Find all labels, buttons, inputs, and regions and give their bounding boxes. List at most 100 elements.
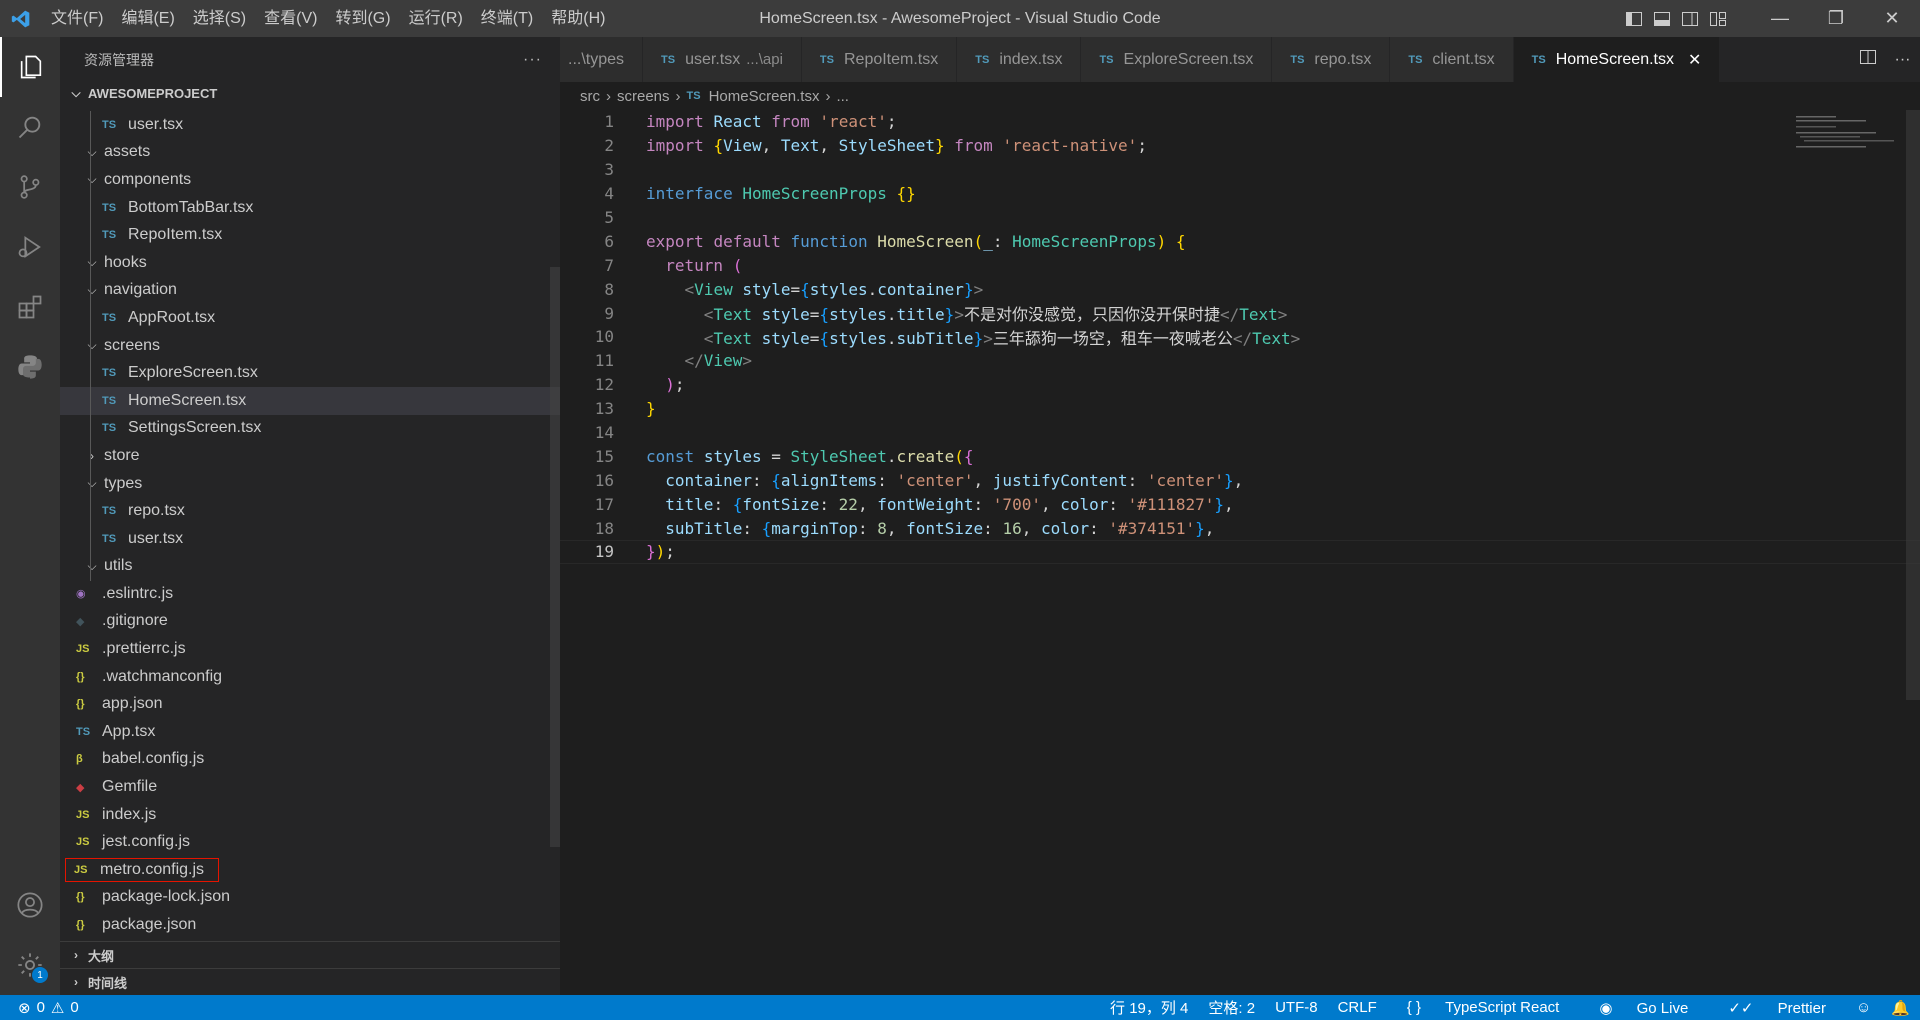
folder-item[interactable]: ⌵ hooks [60, 249, 560, 277]
file-item[interactable]: JS index.js [60, 801, 560, 829]
python-icon[interactable] [0, 337, 60, 397]
folder-item[interactable]: ⌵ screens [60, 332, 560, 360]
folder-item[interactable]: ⌵ navigation [60, 277, 560, 305]
minimap[interactable] [1786, 110, 1906, 150]
file-item[interactable]: β babel.config.js [60, 746, 560, 774]
problems-status[interactable]: ⊗ 0 ⚠ 0 [0, 999, 79, 1017]
file-item[interactable]: TS BottomTabBar.tsx [60, 194, 560, 222]
code-line[interactable]: 19}); [560, 540, 1920, 564]
code-editor[interactable]: 1 import React from 'react'; 2 import {View… [560, 110, 1920, 995]
folder-item[interactable]: › store [60, 442, 560, 470]
section-0[interactable]: › 大纲 [60, 941, 560, 968]
file-item[interactable]: JS metro.config.js [60, 856, 560, 884]
code-line[interactable]: 17 title: {fontSize: 22, fontWeight: '70… [560, 492, 1920, 516]
tab-1[interactable]: TS user.tsx ...\api [643, 37, 802, 82]
file-item[interactable]: ◆ Gemfile [60, 773, 560, 801]
folder-item[interactable]: ⌵ assets [60, 139, 560, 167]
feedback-icon[interactable]: ☺ [1846, 999, 1881, 1016]
notifications-bell-icon[interactable]: 🔔 [1881, 999, 1920, 1017]
language-mode[interactable]: { } TypeScript React [1387, 999, 1580, 1016]
folder-item[interactable]: ⌵ utils [60, 553, 560, 581]
toggle-primary-sidebar-icon[interactable] [1620, 0, 1648, 37]
minimize-button[interactable]: — [1752, 0, 1808, 37]
go-live-button[interactable]: ◉ Go Live [1579, 999, 1708, 1017]
menu-item-3[interactable]: 查看(V) [255, 0, 326, 37]
account-icon[interactable] [0, 875, 60, 935]
file-item[interactable]: {} app.json [60, 690, 560, 718]
file-item[interactable]: TS user.tsx [60, 525, 560, 553]
tab-0[interactable]: ...\types [560, 37, 644, 82]
file-item[interactable]: TS RepoItem.tsx [60, 221, 560, 249]
more-actions-icon[interactable]: ··· [1895, 51, 1911, 69]
menu-item-0[interactable]: 文件(F) [42, 0, 112, 37]
file-item[interactable]: TS user.tsx [60, 111, 560, 139]
menu-item-5[interactable]: 运行(R) [400, 0, 472, 37]
tab-7[interactable]: TS HomeScreen.tsx ✕ [1513, 37, 1721, 82]
indentation[interactable]: 空格: 2 [1198, 997, 1265, 1018]
code-line[interactable]: 10 <Text style={styles.subTitle}>三年舔狗一场空… [560, 325, 1920, 349]
file-item[interactable]: TS SettingsScreen.tsx [60, 415, 560, 443]
search-icon[interactable] [0, 97, 60, 157]
breadcrumb-item[interactable]: src [580, 88, 600, 105]
menu-item-7[interactable]: 帮助(H) [542, 0, 614, 37]
code-line[interactable]: 18 subTitle: {marginTop: 8, fontSize: 16… [560, 516, 1920, 540]
file-item[interactable]: JS .prettierrc.js [60, 635, 560, 663]
code-line[interactable]: 12 ); [560, 373, 1920, 397]
extensions-icon[interactable] [0, 277, 60, 337]
code-line[interactable]: 7 return ( [560, 253, 1920, 277]
breadcrumb-item[interactable]: HomeScreen.tsx [709, 88, 820, 105]
menu-item-6[interactable]: 终端(T) [472, 0, 542, 37]
menu-item-2[interactable]: 选择(S) [184, 0, 255, 37]
code-line[interactable]: 2 import {View, Text, StyleSheet} from 'r… [560, 134, 1920, 158]
code-line[interactable]: 8 <View style={styles.container}> [560, 277, 1920, 301]
file-item[interactable]: {} package-lock.json [60, 884, 560, 912]
file-item[interactable]: JS jest.config.js [60, 828, 560, 856]
file-item[interactable]: TS AppRoot.tsx [60, 304, 560, 332]
code-line[interactable]: 4 interface HomeScreenProps {} [560, 182, 1920, 206]
menu-item-1[interactable]: 编辑(E) [112, 0, 183, 37]
toggle-secondary-sidebar-icon[interactable] [1676, 0, 1704, 37]
explorer-more-actions-button[interactable]: ··· [523, 51, 542, 69]
file-item[interactable]: ◆ .gitignore [60, 608, 560, 636]
encoding[interactable]: UTF-8 [1265, 999, 1328, 1016]
close-window-button[interactable]: ✕ [1864, 0, 1920, 37]
explorer-scrollbar[interactable] [550, 267, 560, 847]
tab-6[interactable]: TS client.tsx [1390, 37, 1514, 82]
code-line[interactable]: 11 </View> [560, 349, 1920, 373]
tab-4[interactable]: TS ExploreScreen.tsx [1081, 37, 1273, 82]
code-line[interactable]: 1 import React from 'react'; [560, 110, 1920, 134]
code-line[interactable]: 15 const styles = StyleSheet.create({ [560, 444, 1920, 468]
section-1[interactable]: › 时间线 [60, 968, 560, 995]
restore-button[interactable]: ❐ [1808, 0, 1864, 37]
code-line[interactable]: 5 [560, 206, 1920, 230]
file-item[interactable]: {} .watchmanconfig [60, 663, 560, 691]
split-editor-icon[interactable] [1859, 50, 1876, 69]
tab-5[interactable]: TS repo.tsx [1272, 37, 1391, 82]
code-line[interactable]: 14 [560, 421, 1920, 445]
explorer-icon[interactable] [0, 37, 60, 97]
file-item[interactable]: TS App.tsx [60, 718, 560, 746]
code-line[interactable]: 9 <Text style={styles.title}>不是对你没感觉，只因你… [560, 301, 1920, 325]
prettier-status[interactable]: ✓✓ Prettier [1708, 999, 1846, 1017]
run-debug-icon[interactable] [0, 217, 60, 277]
editor-scrollbar[interactable] [1906, 110, 1920, 700]
menu-item-4[interactable]: 转到(G) [326, 0, 399, 37]
code-line[interactable]: 16 container: {alignItems: 'center', jus… [560, 468, 1920, 492]
close-tab-icon[interactable]: ✕ [1688, 50, 1701, 70]
settings-gear-icon[interactable]: 1 [0, 935, 60, 995]
tab-2[interactable]: TS RepoItem.tsx [801, 37, 958, 82]
folder-item[interactable]: ⌵ types [60, 470, 560, 498]
folder-item[interactable]: ⌵ components [60, 166, 560, 194]
cursor-position[interactable]: 行 19，列 4 [1100, 997, 1198, 1018]
customize-layout-icon[interactable] [1704, 0, 1732, 37]
code-line[interactable]: 6 export default function HomeScreen(_: H… [560, 229, 1920, 253]
code-line[interactable]: 3 [560, 158, 1920, 182]
file-item[interactable]: TS repo.tsx [60, 497, 560, 525]
source-control-icon[interactable] [0, 157, 60, 217]
file-item[interactable]: ◉ .eslintrc.js [60, 580, 560, 608]
file-item[interactable]: {} package.json [60, 911, 560, 939]
breadcrumb-item[interactable]: screens [617, 88, 670, 105]
file-item[interactable]: TS HomeScreen.tsx [60, 386, 560, 415]
breadcrumb-item[interactable]: ... [836, 88, 849, 105]
tab-3[interactable]: TS index.tsx [957, 37, 1082, 82]
